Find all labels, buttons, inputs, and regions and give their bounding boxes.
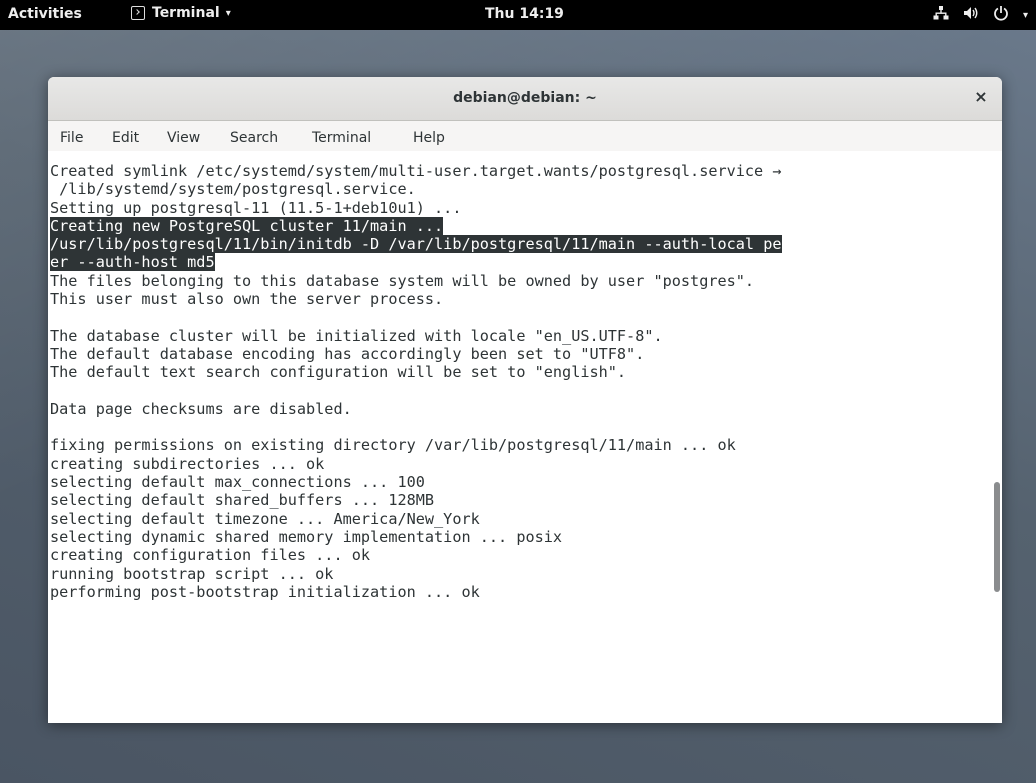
app-menu-label: Terminal	[152, 5, 220, 21]
terminal-line-text: Creating new PostgreSQL cluster 11/main …	[50, 216, 444, 235]
terminal-line: Data page checksums are disabled.	[50, 400, 988, 418]
close-button[interactable]: ×	[972, 88, 990, 106]
terminal-line: creating subdirectories ... ok	[50, 455, 988, 473]
terminal-line: performing post-bootstrap initialization…	[50, 583, 988, 601]
terminal-line-text: Setting up postgresql-11 (11.5-1+deb10u1…	[50, 198, 462, 217]
terminal-line-text: Data page checksums are disabled.	[50, 399, 352, 418]
menu-search[interactable]: Search	[230, 130, 278, 146]
menu-terminal[interactable]: Terminal	[312, 130, 371, 146]
activities-button[interactable]: Activities	[8, 6, 82, 22]
terminal-line-text: The default database encoding has accord…	[50, 344, 645, 363]
terminal-line-text: /lib/systemd/system/postgresql.service.	[50, 180, 416, 199]
terminal-line: /usr/lib/postgresql/11/bin/initdb -D /va…	[50, 235, 988, 254]
terminal-line: er --auth-host md5	[50, 253, 988, 272]
terminal-line: Setting up postgresql-11 (11.5-1+deb10u1…	[50, 199, 988, 217]
terminal-line-text: performing post-bootstrap initialization…	[50, 582, 480, 601]
terminal-line-text: This user must also own the server proce…	[50, 290, 444, 309]
terminal-line: running bootstrap script ... ok	[50, 565, 988, 583]
scrollbar[interactable]	[990, 152, 1002, 723]
terminal-line: The default text search configuration wi…	[50, 363, 988, 381]
terminal-line-text: /usr/lib/postgresql/11/bin/initdb -D /va…	[50, 235, 782, 254]
terminal-line-text: fixing permissions on existing directory…	[50, 436, 736, 455]
menu-edit[interactable]: Edit	[112, 130, 139, 146]
terminal-line-text: The database cluster will be initialized…	[50, 326, 663, 345]
terminal-line-text: creating configuration files ... ok	[50, 546, 371, 565]
terminal-line-text: selecting default timezone ... America/N…	[50, 509, 480, 528]
menu-help[interactable]: Help	[413, 130, 445, 146]
chevron-down-icon: ▾	[1022, 9, 1028, 21]
terminal-icon	[131, 6, 145, 20]
terminal-line: The database cluster will be initialized…	[50, 327, 988, 345]
terminal-line: The files belonging to this database sys…	[50, 272, 988, 290]
terminal-line-text: The files belonging to this database sys…	[50, 271, 755, 290]
window-title: debian@debian: ~	[453, 90, 597, 106]
terminal-line-text: selecting default max_connections ... 10…	[50, 473, 425, 492]
terminal-line-text: The default text search configuration wi…	[50, 363, 627, 382]
clock[interactable]: Thu 14:19	[485, 6, 564, 22]
volume-icon	[963, 6, 979, 24]
menu-file[interactable]: File	[60, 130, 83, 146]
terminal-line: /lib/systemd/system/postgresql.service.	[50, 180, 988, 198]
terminal-line: selecting default shared_buffers ... 128…	[50, 491, 988, 509]
chevron-down-icon: ▾	[225, 7, 231, 19]
top-bar: Activities Terminal ▾ Thu 14:19 ▾	[0, 0, 1036, 30]
terminal-line: selecting default timezone ... America/N…	[50, 510, 988, 528]
window-titlebar[interactable]: debian@debian: ~ ×	[48, 77, 1002, 121]
terminal-line: selecting default max_connections ... 10…	[50, 473, 988, 491]
network-icon	[933, 6, 949, 24]
system-status-menu[interactable]: ▾	[933, 5, 1028, 25]
terminal-line-text: running bootstrap script ... ok	[50, 564, 334, 583]
terminal-window: debian@debian: ~ × File Edit View Search…	[48, 77, 1002, 723]
terminal-line: The default database encoding has accord…	[50, 345, 988, 363]
terminal-line: fixing permissions on existing directory…	[50, 436, 988, 454]
scrollbar-thumb[interactable]	[994, 482, 1000, 592]
power-icon	[993, 5, 1009, 25]
terminal-line: Creating new PostgreSQL cluster 11/main …	[50, 216, 988, 235]
menu-bar: File Edit View Search Terminal Help	[48, 121, 1002, 151]
terminal-text: Created symlink /etc/systemd/system/mult…	[50, 162, 988, 601]
terminal-line-text: selecting dynamic shared memory implemen…	[50, 527, 563, 546]
terminal-line: creating configuration files ... ok	[50, 546, 988, 564]
terminal-line-text: Created symlink /etc/systemd/system/mult…	[50, 162, 782, 180]
terminal-line-text: creating subdirectories ... ok	[50, 454, 325, 473]
terminal-line-text: er --auth-host md5	[50, 253, 215, 272]
menu-view[interactable]: View	[167, 130, 200, 146]
terminal-line: Created symlink /etc/systemd/system/mult…	[50, 162, 988, 180]
terminal-line: selecting dynamic shared memory implemen…	[50, 528, 988, 546]
terminal-line-text: selecting default shared_buffers ... 128…	[50, 491, 435, 510]
terminal-line: This user must also own the server proce…	[50, 290, 988, 308]
terminal-output-area[interactable]: Created symlink /etc/systemd/system/mult…	[48, 152, 1002, 723]
app-menu-button[interactable]: Terminal ▾	[131, 5, 231, 21]
